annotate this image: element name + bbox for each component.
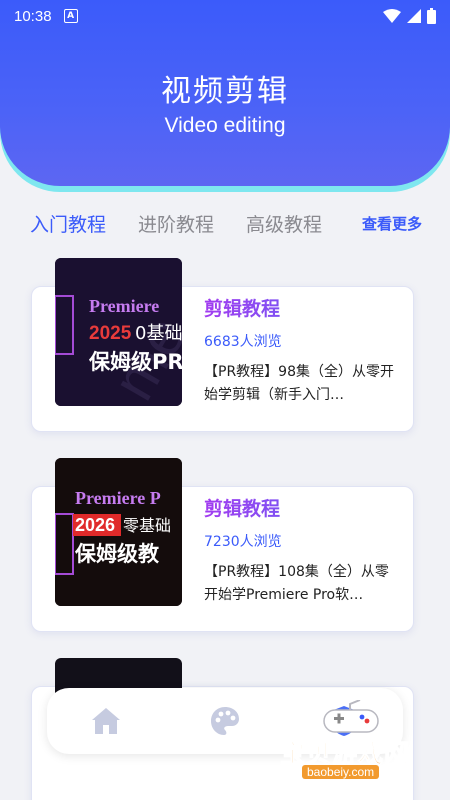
nav-palette[interactable] (205, 701, 245, 741)
gamepad-icon (323, 700, 379, 733)
course-thumbnail[interactable]: Premiere P 2026 零基础 保姆级教 (55, 458, 182, 606)
home-icon (92, 708, 121, 734)
thumb-caption-text: 保姆级PR (88, 350, 182, 374)
tab-intermediate[interactable]: 进阶教程 (138, 210, 214, 237)
course-views: 7230人浏览 (204, 534, 282, 550)
thumb-caption-text: 保姆级教 (74, 542, 160, 566)
course-info: 剪辑教程 7230人浏览 【PR教程】108集（全）从零开始学Premiere … (204, 494, 402, 607)
category-tabs: 入门教程 进阶教程 高级教程 查看更多 (30, 207, 422, 239)
nav-home[interactable] (86, 701, 126, 741)
watermark-url: baobeiy.com (302, 765, 380, 779)
signal-icon (407, 9, 421, 23)
page-subtitle: Video editing (164, 114, 286, 137)
palette-icon (210, 707, 239, 735)
course-views: 6683人浏览 (204, 334, 282, 350)
notification-a-icon: A (63, 9, 78, 23)
thumb-brand-text: Premiere (89, 296, 159, 316)
status-icons (383, 8, 436, 24)
course-description: 【PR教程】108集（全）从零开始学Premiere Pro软… (204, 564, 389, 603)
course-description: 【PR教程】98集（全）从零开始学剪辑（新手入门… (204, 364, 394, 403)
wifi-icon (383, 9, 401, 23)
watermark-logo: 宝贝游戏网 baobeiy.com (272, 700, 442, 790)
thumb-year-text: 2025 (89, 323, 132, 344)
thumb-subtitle-text: 零基础 (123, 516, 171, 535)
tab-advanced[interactable]: 高级教程 (246, 210, 322, 237)
course-info: 剪辑教程 6683人浏览 【PR教程】98集（全）从零开始学剪辑（新手入门… (204, 294, 402, 407)
status-time: 10:38 (14, 7, 52, 25)
tab-beginner[interactable]: 入门教程 (30, 210, 106, 237)
battery-icon (427, 8, 436, 24)
thumb-subtitle-text: 0基础 (135, 323, 182, 344)
course-thumbnail[interactable]: me Premiere 2025 0基础 保姆级PR (55, 258, 182, 406)
page-title: 视频剪辑 (161, 74, 289, 109)
course-title: 剪辑教程 (204, 494, 402, 521)
thumb-brand-text: Premiere P (75, 488, 161, 508)
thumb-year-text: 2026 (75, 515, 115, 535)
view-more-link[interactable]: 查看更多 (362, 213, 422, 234)
status-bar: 10:38 A (0, 0, 450, 32)
course-title: 剪辑教程 (204, 294, 402, 321)
